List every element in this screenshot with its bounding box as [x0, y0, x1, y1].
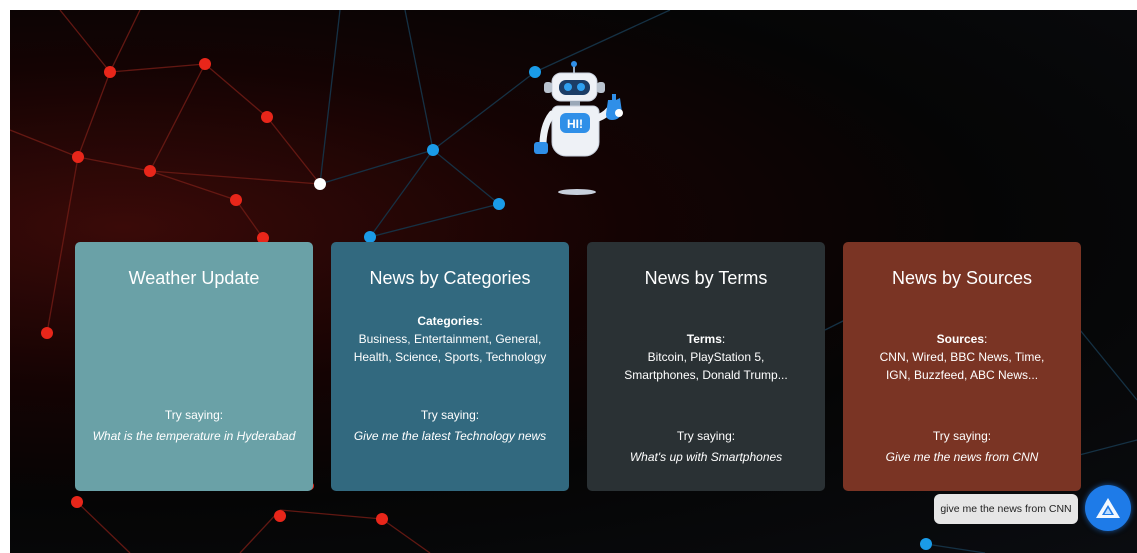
try-saying-block: Try saying: Give me the latest Technolog…: [341, 405, 559, 447]
card-title: News by Sources: [891, 268, 1033, 288]
robot-waving-icon: HI!: [534, 61, 623, 195]
try-saying-label: Try saying:: [420, 408, 480, 422]
card-title: Weather Update: [128, 268, 260, 288]
categories-description: Categories: Business, Entertainment, Gen…: [341, 312, 559, 366]
card-title: News by Categories: [369, 268, 531, 288]
try-saying-block: Try saying: Give me the news from CNN: [853, 426, 1071, 468]
example-phrase: Give me the news from CNN: [885, 450, 1039, 464]
desc-text: Bitcoin, PlayStation 5, Smartphones, Don…: [624, 350, 788, 382]
news-by-sources-card: News by Sources Sources: CNN, Wired, BBC…: [843, 242, 1081, 491]
news-by-categories-card: News by Categories Categories: Business,…: [331, 242, 569, 491]
weather-update-card: Weather Update Try saying: What is the t…: [75, 242, 313, 491]
news-by-terms-card: News by Terms Terms: Bitcoin, PlayStatio…: [587, 242, 825, 491]
voice-transcript-bubble: give me the news from CNN: [934, 494, 1078, 524]
sources-description: Sources: CNN, Wired, BBC News, Time, IGN…: [873, 330, 1051, 384]
desc-text: Business, Entertainment, General, Health…: [353, 332, 547, 364]
terms-description: Terms: Bitcoin, PlayStation 5, Smartphon…: [617, 330, 795, 384]
alan-ai-logo-icon: [1096, 498, 1120, 518]
try-saying-block: Try saying: What's up with Smartphones: [597, 426, 815, 468]
try-saying-label: Try saying:: [164, 408, 224, 422]
svg-text:HI!: HI!: [567, 117, 583, 131]
card-title: News by Terms: [644, 268, 768, 288]
desc-label: Terms: [686, 332, 722, 346]
example-phrase: What is the temperature in Hyderabad: [92, 429, 296, 443]
try-saying-label: Try saying:: [676, 429, 736, 443]
desc-text: CNN, Wired, BBC News, Time, IGN, Buzzfee…: [879, 350, 1045, 382]
example-phrase: What's up with Smartphones: [629, 450, 783, 464]
try-saying-block: Try saying: What is the temperature in H…: [85, 405, 303, 447]
try-saying-label: Try saying:: [932, 429, 992, 443]
desc-label: Sources: [936, 332, 984, 346]
desc-label: Categories: [417, 314, 480, 328]
voice-assistant-button[interactable]: [1085, 485, 1131, 531]
app-background: HI! Weather Update Try saying: What is t…: [10, 10, 1137, 553]
example-phrase: Give me the latest Technology news: [353, 429, 547, 443]
